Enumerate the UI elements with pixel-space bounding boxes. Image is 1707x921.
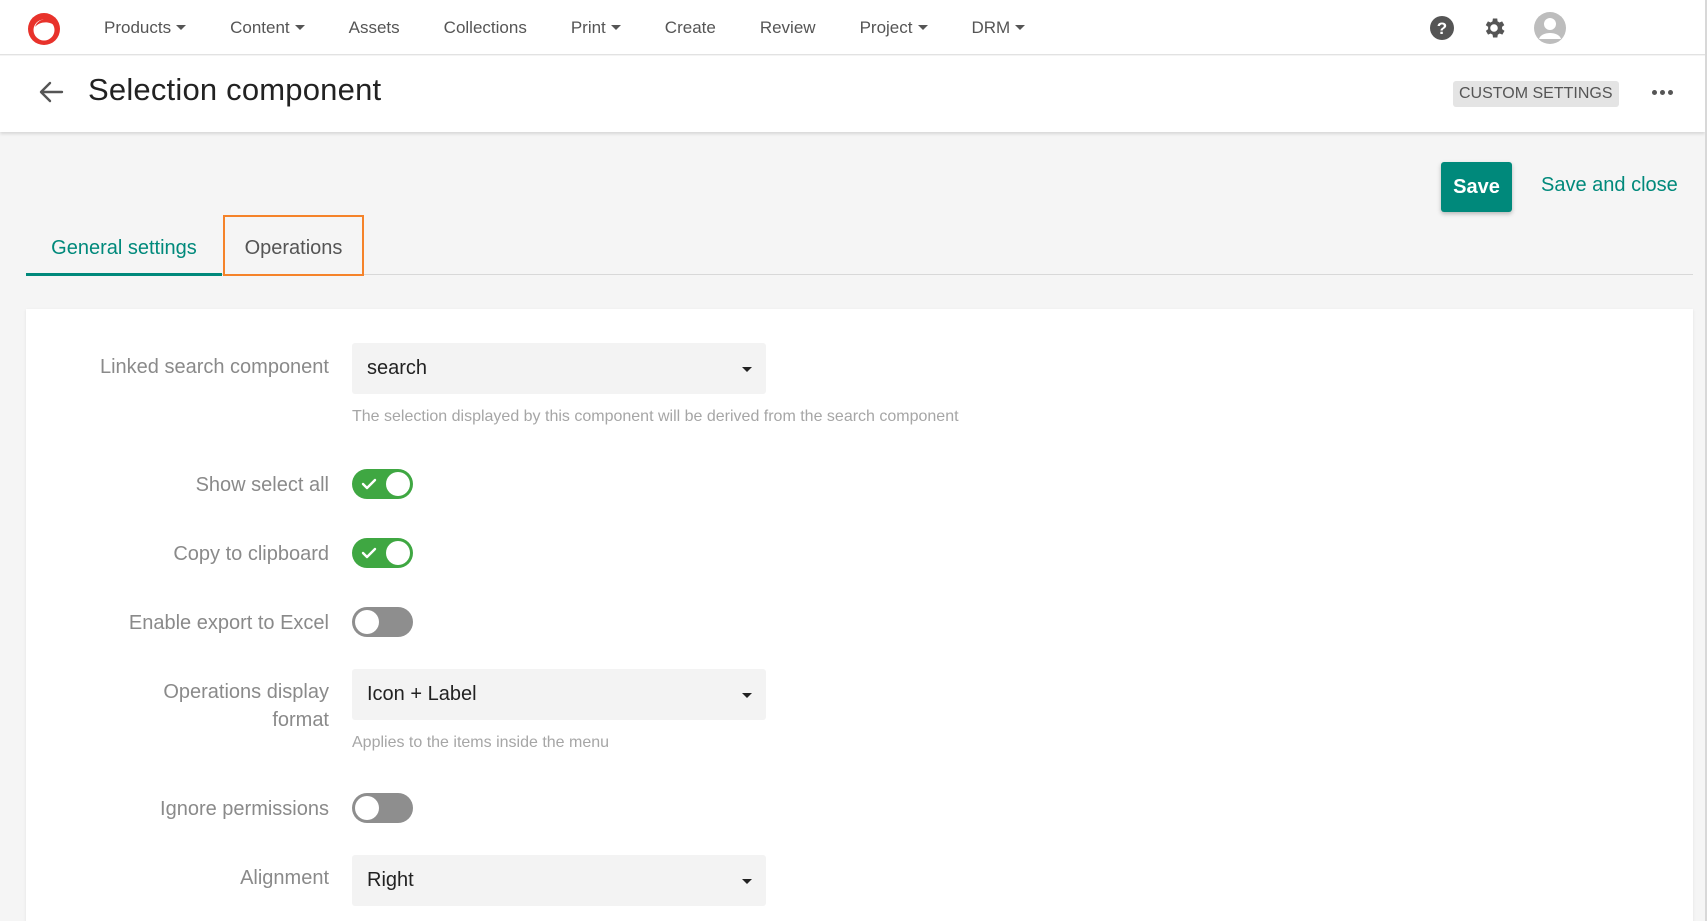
top-nav: Products Content Assets Collections Prin… [0, 0, 1707, 55]
copy-clipboard-label: Copy to clipboard [173, 543, 329, 565]
chevron-down-icon [742, 879, 752, 884]
nav-content-label: Content [230, 17, 290, 37]
linked-search-label: Linked search component [99, 356, 329, 378]
nav-content[interactable]: Content [230, 18, 305, 38]
nav-assets[interactable]: Assets [349, 18, 400, 38]
nav-create-label: Create [664, 17, 716, 37]
chevron-down-icon [1015, 25, 1026, 30]
settings-card: Linked search component search The selec… [26, 309, 1693, 921]
page-title: Selection component [88, 72, 382, 107]
chevron-down-icon [742, 693, 752, 698]
nav-products-label: Products [104, 17, 172, 37]
ignore-permissions-toggle[interactable] [352, 793, 413, 823]
user-avatar-icon[interactable] [1533, 11, 1567, 45]
save-and-close-button[interactable]: Save and close [1541, 174, 1678, 197]
ops-format-select[interactable]: Icon + Label [352, 669, 766, 720]
chevron-down-icon [742, 367, 752, 372]
nav-print[interactable]: Print [571, 18, 621, 38]
nav-project-label: Project [859, 17, 913, 37]
help-icon[interactable]: ? [1429, 15, 1455, 41]
export-excel-label: Enable export to Excel [128, 612, 329, 634]
svg-text:?: ? [1437, 19, 1447, 38]
ops-format-label-line1: Operations display [163, 681, 329, 703]
show-select-all-label: Show select all [195, 474, 329, 496]
more-options-icon[interactable] [1652, 90, 1676, 95]
nav-collections[interactable]: Collections [444, 18, 527, 38]
nav-collections-label: Collections [443, 17, 527, 37]
show-select-all-toggle[interactable] [352, 469, 413, 499]
linked-search-help: The selection displayed by this componen… [352, 408, 959, 425]
alignment-value: Right [367, 869, 414, 891]
ignore-permissions-label: Ignore permissions [160, 798, 329, 820]
custom-settings-badge: CUSTOM SETTINGS [1453, 81, 1619, 107]
ops-format-label-line2: format [272, 709, 329, 731]
toggle-knob [386, 541, 410, 565]
copy-clipboard-toggle[interactable] [352, 538, 413, 568]
nav-review[interactable]: Review [760, 18, 816, 38]
toggle-knob [355, 610, 379, 634]
check-icon [361, 478, 377, 490]
toggle-knob [386, 472, 410, 496]
alignment-label: Alignment [240, 867, 329, 889]
save-button[interactable]: Save [1441, 162, 1512, 212]
page-header: Selection component CUSTOM SETTINGS [0, 56, 1705, 132]
nav-products[interactable]: Products [104, 17, 187, 38]
back-arrow-icon[interactable] [38, 80, 64, 109]
check-icon [361, 547, 377, 559]
chevron-down-icon [917, 25, 928, 30]
chevron-down-icon [610, 25, 621, 30]
nav-assets-label: Assets [348, 17, 400, 37]
ops-format-label: Operations display format [163, 678, 329, 734]
nav-print-label: Print [570, 17, 606, 37]
nav-project[interactable]: Project [860, 18, 928, 38]
ops-format-value: Icon + Label [367, 683, 477, 705]
linked-search-value: search [367, 357, 428, 379]
tab-operations[interactable]: Operations [223, 215, 364, 276]
chevron-down-icon [294, 25, 305, 30]
linked-search-select[interactable]: search [352, 343, 766, 394]
export-excel-toggle[interactable] [352, 607, 413, 637]
nav-menu: Products Content Assets Collections Prin… [104, 0, 1069, 55]
nav-review-label: Review [759, 17, 816, 37]
tab-general-settings[interactable]: General settings [26, 217, 222, 276]
gear-icon[interactable] [1481, 15, 1507, 41]
alignment-select[interactable]: Right [352, 855, 766, 906]
app-logo-icon[interactable] [26, 11, 62, 47]
chevron-down-icon [176, 25, 187, 30]
nav-create[interactable]: Create [665, 18, 716, 38]
ops-format-help: Applies to the items inside the menu [352, 734, 610, 751]
nav-drm-label: DRM [971, 17, 1011, 37]
toggle-knob [355, 796, 379, 820]
nav-drm[interactable]: DRM [972, 18, 1026, 38]
nav-right-icons: ? [1403, 0, 1567, 55]
